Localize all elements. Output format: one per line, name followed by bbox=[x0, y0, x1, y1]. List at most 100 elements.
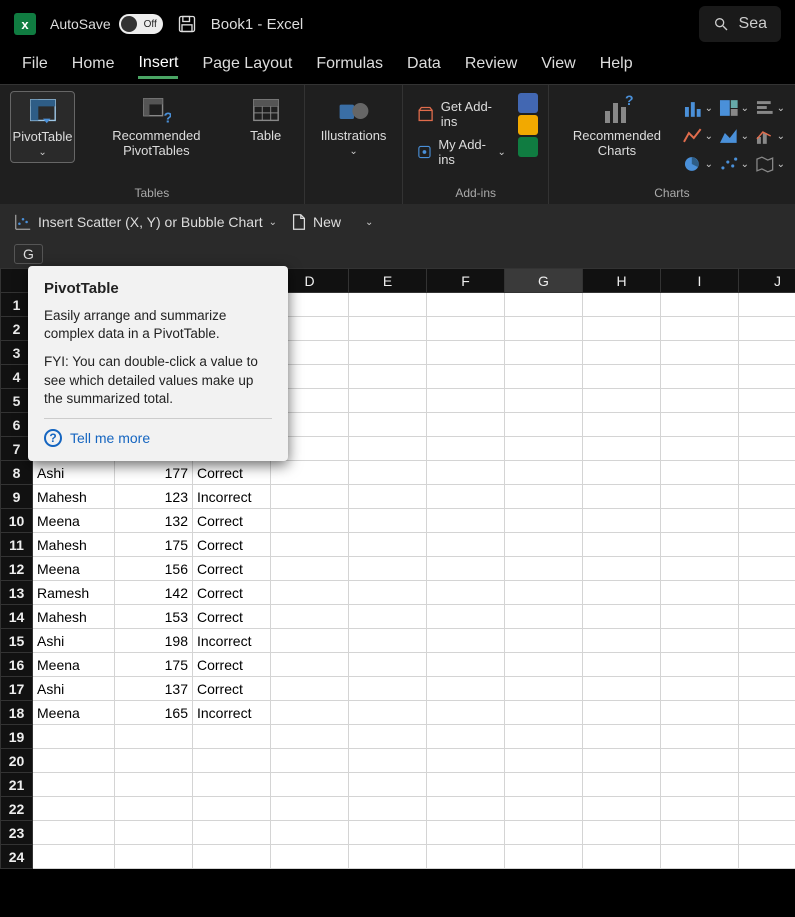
cell[interactable] bbox=[349, 557, 427, 581]
new-qat-button[interactable]: New bbox=[291, 213, 341, 231]
row-header[interactable]: 17 bbox=[1, 677, 33, 701]
row-header[interactable]: 9 bbox=[1, 485, 33, 509]
cell[interactable] bbox=[349, 461, 427, 485]
cell[interactable] bbox=[505, 653, 583, 677]
scatter-chart-qat-button[interactable]: Insert Scatter (X, Y) or Bubble Chart ⌄ bbox=[14, 213, 277, 231]
cell[interactable]: 156 bbox=[115, 557, 193, 581]
cell[interactable] bbox=[583, 701, 661, 725]
cell[interactable] bbox=[739, 293, 795, 317]
cell[interactable] bbox=[505, 773, 583, 797]
cell[interactable] bbox=[349, 845, 427, 869]
cell[interactable] bbox=[505, 605, 583, 629]
cell[interactable] bbox=[349, 341, 427, 365]
cell[interactable] bbox=[505, 797, 583, 821]
cell[interactable]: Correct bbox=[193, 557, 271, 581]
cell[interactable] bbox=[583, 845, 661, 869]
cell[interactable] bbox=[271, 581, 349, 605]
row-header[interactable]: 10 bbox=[1, 509, 33, 533]
treemap-chart-button[interactable]: ⌄ bbox=[719, 95, 749, 121]
cell[interactable] bbox=[349, 749, 427, 773]
cell[interactable] bbox=[505, 317, 583, 341]
cell[interactable] bbox=[661, 485, 739, 509]
cell[interactable] bbox=[349, 365, 427, 389]
tab-insert[interactable]: Insert bbox=[138, 54, 178, 79]
cell[interactable] bbox=[661, 797, 739, 821]
cell[interactable] bbox=[661, 437, 739, 461]
cell[interactable] bbox=[661, 389, 739, 413]
cell[interactable] bbox=[505, 845, 583, 869]
cell[interactable] bbox=[427, 413, 505, 437]
tab-review[interactable]: Review bbox=[465, 55, 517, 77]
cell[interactable] bbox=[505, 677, 583, 701]
cell[interactable] bbox=[583, 293, 661, 317]
pie-chart-button[interactable]: ⌄ bbox=[683, 151, 713, 177]
cell[interactable] bbox=[427, 653, 505, 677]
cell[interactable] bbox=[739, 653, 795, 677]
recommended-pivottables-button[interactable]: ? Recommended PivotTables bbox=[83, 91, 230, 163]
line-chart-button[interactable]: ⌄ bbox=[683, 123, 713, 149]
cell[interactable] bbox=[271, 509, 349, 533]
get-addins-button[interactable]: Get Add-ins bbox=[413, 97, 509, 131]
cell[interactable] bbox=[505, 389, 583, 413]
cell[interactable]: Ashi bbox=[33, 629, 115, 653]
row-header[interactable]: 8 bbox=[1, 461, 33, 485]
cell[interactable] bbox=[271, 749, 349, 773]
scatter-chart-button[interactable]: ⌄ bbox=[719, 151, 749, 177]
tab-help[interactable]: Help bbox=[600, 55, 633, 77]
cell[interactable]: Meena bbox=[33, 557, 115, 581]
tab-home[interactable]: Home bbox=[72, 55, 115, 77]
cell[interactable] bbox=[505, 533, 583, 557]
tell-me-more-link[interactable]: ? Tell me more bbox=[44, 429, 272, 447]
cell[interactable] bbox=[739, 509, 795, 533]
cell[interactable] bbox=[505, 293, 583, 317]
cell[interactable] bbox=[583, 653, 661, 677]
cell[interactable] bbox=[661, 653, 739, 677]
cell[interactable]: Correct bbox=[193, 461, 271, 485]
cell[interactable] bbox=[661, 629, 739, 653]
cell[interactable] bbox=[739, 461, 795, 485]
tab-formulas[interactable]: Formulas bbox=[316, 55, 383, 77]
row-header[interactable]: 12 bbox=[1, 557, 33, 581]
cell[interactable] bbox=[661, 293, 739, 317]
cell[interactable]: 123 bbox=[115, 485, 193, 509]
cell[interactable] bbox=[505, 725, 583, 749]
cell[interactable] bbox=[661, 701, 739, 725]
cell[interactable]: Mahesh bbox=[33, 485, 115, 509]
cell[interactable] bbox=[505, 437, 583, 461]
tab-file[interactable]: File bbox=[22, 55, 48, 77]
bar-chart-button[interactable]: ⌄ bbox=[755, 95, 785, 121]
cell[interactable]: 137 bbox=[115, 677, 193, 701]
cell[interactable] bbox=[583, 389, 661, 413]
cell[interactable] bbox=[661, 749, 739, 773]
chevron-down-icon[interactable]: ⌄ bbox=[365, 217, 373, 228]
cell[interactable] bbox=[739, 581, 795, 605]
cell[interactable] bbox=[349, 413, 427, 437]
tab-data[interactable]: Data bbox=[407, 55, 441, 77]
cell[interactable] bbox=[427, 557, 505, 581]
cell[interactable]: Correct bbox=[193, 509, 271, 533]
cell[interactable] bbox=[115, 725, 193, 749]
cell[interactable] bbox=[349, 701, 427, 725]
cell[interactable] bbox=[583, 437, 661, 461]
cell[interactable] bbox=[193, 749, 271, 773]
visio-addin-icon[interactable] bbox=[518, 93, 538, 113]
cell[interactable] bbox=[349, 389, 427, 413]
row-header[interactable]: 14 bbox=[1, 605, 33, 629]
cell[interactable] bbox=[505, 341, 583, 365]
cell[interactable] bbox=[349, 773, 427, 797]
row-header[interactable]: 18 bbox=[1, 701, 33, 725]
toggle-switch[interactable]: Off bbox=[119, 14, 163, 34]
cell[interactable] bbox=[739, 485, 795, 509]
cell[interactable] bbox=[661, 557, 739, 581]
cell[interactable] bbox=[271, 725, 349, 749]
cell[interactable] bbox=[661, 581, 739, 605]
cell[interactable] bbox=[505, 821, 583, 845]
row-header[interactable]: 16 bbox=[1, 653, 33, 677]
combo-chart-button[interactable]: ⌄ bbox=[755, 123, 785, 149]
cell[interactable] bbox=[349, 605, 427, 629]
cell[interactable] bbox=[739, 389, 795, 413]
my-addins-button[interactable]: My Add-ins ⌄ bbox=[413, 135, 509, 169]
cell[interactable] bbox=[115, 821, 193, 845]
cell[interactable] bbox=[661, 773, 739, 797]
cell[interactable] bbox=[583, 509, 661, 533]
